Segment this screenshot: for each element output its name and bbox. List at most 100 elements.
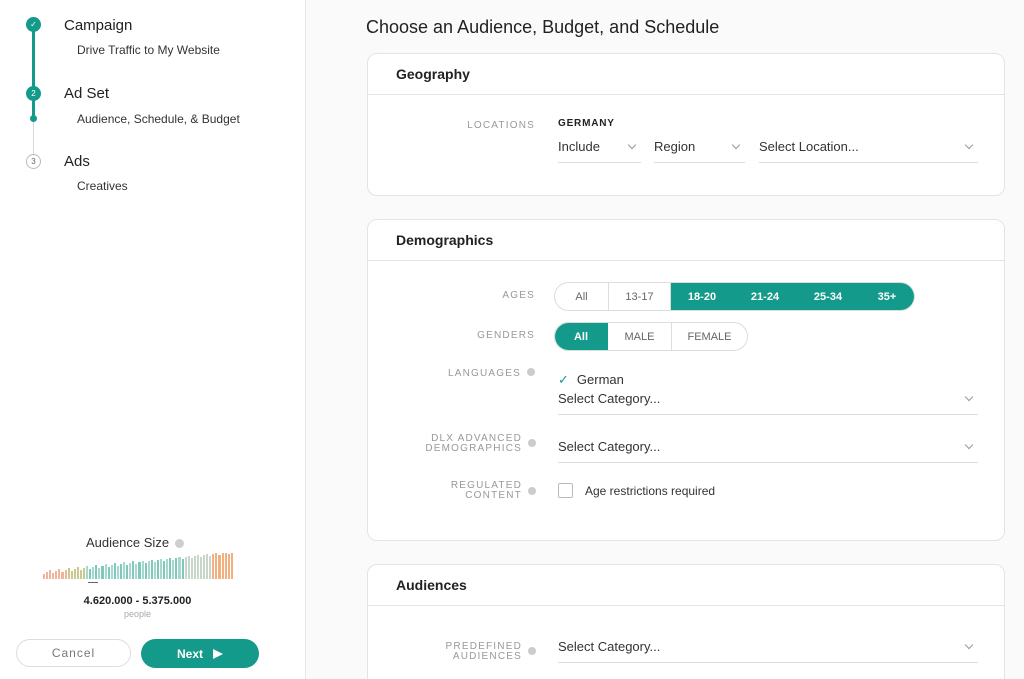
audience-meter-bar	[52, 573, 55, 579]
language-category-dropdown[interactable]: Select Category...	[558, 391, 978, 415]
audience-meter-bar	[123, 562, 126, 579]
geography-title: Geography	[368, 54, 1004, 95]
audience-meter-bar	[159, 559, 163, 579]
audience-meter-bar	[169, 558, 172, 579]
audience-meter-bar	[206, 554, 209, 579]
selected-language[interactable]: ✓ German	[558, 372, 624, 388]
cancel-label: Cancel	[51, 646, 96, 660]
include-dropdown[interactable]: Include	[558, 139, 641, 163]
location-dropdown[interactable]: Select Location...	[759, 139, 978, 163]
audience-meter-bar	[113, 563, 116, 579]
audience-meter-bar	[107, 567, 110, 579]
audience-size-title: Audience Size	[0, 535, 270, 550]
age-option-18-20[interactable]: 18-20	[671, 283, 734, 310]
audience-size-meter	[43, 553, 233, 579]
audience-size-label: Audience Size	[85, 535, 170, 550]
audience-meter-bar	[193, 556, 196, 579]
step-3-number: 3	[26, 154, 41, 169]
step-campaign-title[interactable]: Campaign	[64, 17, 132, 34]
audience-meter-bar	[49, 570, 52, 579]
age-option-25-34[interactable]: 25-34	[797, 283, 860, 310]
audience-meter-bar	[178, 557, 181, 579]
gender-option-all[interactable]: All	[555, 323, 608, 350]
audience-meter-bar	[224, 553, 227, 579]
audience-unit: people	[123, 609, 152, 619]
audience-meter-bar	[172, 560, 175, 579]
ages-label: AGES	[502, 290, 535, 301]
progress-rail-pending	[33, 122, 34, 155]
audience-meter-bar	[129, 563, 132, 579]
audience-meter-bar	[166, 559, 169, 579]
language-category-placeholder: Select Category...	[558, 391, 661, 406]
region-dropdown[interactable]: Region	[654, 139, 745, 163]
audience-meter-bar	[209, 556, 212, 579]
age-restriction-checkbox[interactable]	[558, 483, 573, 498]
next-label: Next	[176, 646, 203, 661]
dlx-advanced-demographics-label: DLX ADVANCED DEMOGRAPHICS	[368, 434, 522, 454]
chevron-down-icon	[964, 440, 974, 450]
audience-meter-bar	[196, 555, 199, 579]
chevron-down-icon	[627, 140, 637, 150]
dlx-label-line-2: DEMOGRAPHICS	[425, 443, 522, 454]
audience-meter-bar	[89, 569, 92, 579]
audience-meter-bar	[95, 565, 98, 579]
gender-option-female[interactable]: FEMALE	[672, 323, 747, 350]
age-option-label: 18-20	[687, 290, 717, 303]
chevron-down-icon	[964, 140, 974, 150]
step-adset-subtitle: Audience, Schedule, & Budget	[77, 112, 240, 126]
audience-meter-bar	[43, 574, 46, 579]
age-option-35-plus[interactable]: 35+	[860, 283, 914, 310]
chevron-down-icon	[964, 392, 974, 402]
step-ads-subtitle: Creatives	[77, 179, 128, 193]
genders-label: GENDERS	[477, 330, 535, 341]
gender-option-label: FEMALE	[687, 330, 732, 343]
info-icon[interactable]	[175, 539, 185, 549]
audience-meter-bar	[141, 561, 144, 579]
audience-meter-bar	[98, 568, 101, 579]
audience-meter-bar	[86, 566, 89, 579]
country-name: GERMANY	[558, 118, 615, 129]
demographics-card: Demographics AGES All 13-17 18-20 21-24 …	[367, 219, 1005, 541]
age-option-13-17[interactable]: 13-17	[609, 283, 671, 310]
predefined-label-line-2: AUDIENCES	[452, 651, 522, 662]
audience-meter-bar	[67, 568, 70, 579]
checkmark-icon: ✓	[558, 372, 569, 387]
info-icon[interactable]	[528, 439, 536, 447]
audience-meter-bar	[104, 564, 107, 579]
languages-label: LANGUAGES	[368, 368, 535, 379]
predefined-audiences-label: PREDEFINED AUDIENCES	[368, 642, 522, 662]
gender-option-male[interactable]: MALE	[608, 323, 672, 350]
geography-card: Geography LOCATIONS GERMANY Include Regi…	[367, 53, 1005, 196]
cancel-button[interactable]: Cancel	[16, 639, 131, 667]
audience-meter-bar	[218, 555, 221, 579]
audience-meter-bar	[73, 569, 76, 579]
step-1-check-icon: ✓	[26, 17, 41, 32]
step-adset-title[interactable]: Ad Set	[64, 85, 109, 102]
info-icon[interactable]	[528, 647, 536, 655]
age-option-all[interactable]: All	[555, 283, 609, 310]
audience-meter-bar	[83, 568, 86, 579]
age-option-21-24[interactable]: 21-24	[734, 283, 797, 310]
page-title: Choose an Audience, Budget, and Schedule	[366, 17, 720, 37]
age-option-label: 21-24	[750, 290, 780, 303]
audience-meter-bar	[153, 562, 156, 579]
include-value: Include	[558, 139, 600, 154]
age-restriction-label: Age restrictions required	[585, 484, 716, 498]
audience-meter-bar	[221, 553, 224, 579]
age-option-label: All	[575, 290, 588, 303]
audience-meter-bar	[46, 572, 49, 579]
audience-meter-bar	[110, 565, 113, 579]
audience-meter-bar	[181, 559, 184, 579]
audience-meter-bar	[101, 566, 104, 579]
dlx-category-dropdown[interactable]: Select Category...	[558, 439, 978, 463]
age-option-label: 13-17	[625, 290, 654, 303]
predefined-audiences-dropdown[interactable]: Select Category...	[558, 639, 978, 663]
step-ads-title[interactable]: Ads	[64, 153, 90, 170]
step-2-number: 2	[26, 86, 41, 101]
audience-meter-bar	[79, 570, 83, 579]
next-button[interactable]: Next	[141, 639, 259, 668]
info-icon[interactable]	[528, 487, 536, 495]
audience-meter-bar	[156, 560, 159, 579]
info-icon[interactable]	[527, 368, 535, 376]
locations-label: LOCATIONS	[467, 120, 535, 131]
